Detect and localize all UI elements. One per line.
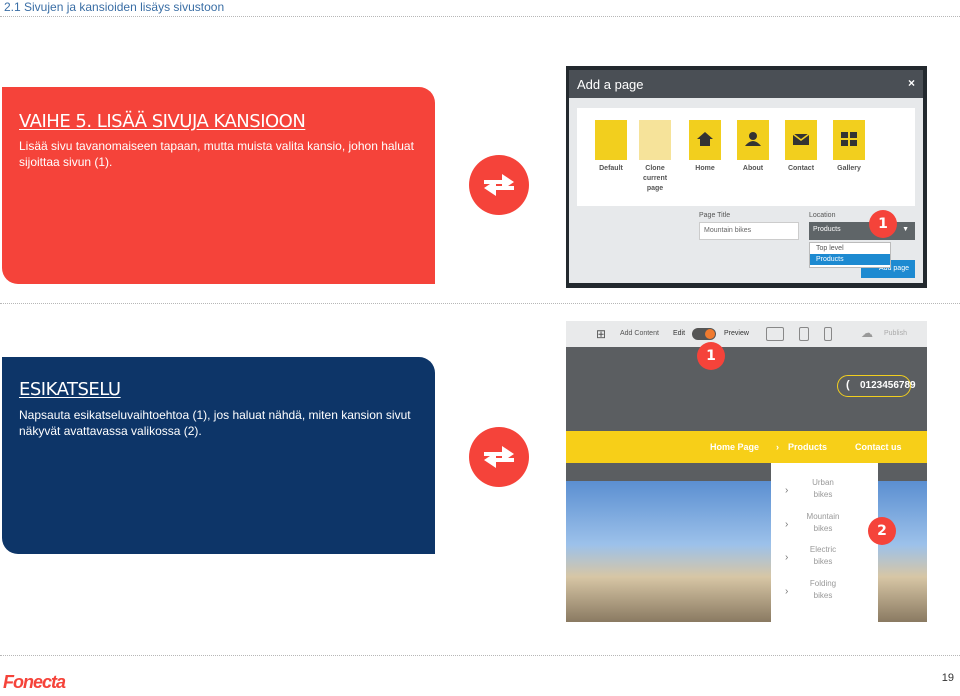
cloud-icon: ☁ bbox=[861, 326, 873, 340]
dropdown-option-products[interactable]: Products bbox=[810, 254, 890, 265]
chevron-right-icon: › bbox=[785, 552, 789, 563]
preview-screenshot: ⊞ Add Content Edit Preview ☁ Publish 1 (… bbox=[566, 321, 927, 622]
chevron-right-icon: › bbox=[785, 485, 789, 496]
person-icon bbox=[737, 120, 769, 160]
nav-contact-us[interactable]: Contact us bbox=[855, 442, 902, 452]
products-submenu: › Urban bikes › Mountain bikes › Electri… bbox=[771, 463, 878, 622]
mobile-icon[interactable] bbox=[824, 327, 832, 341]
header-divider bbox=[0, 16, 960, 17]
template-home[interactable]: Home bbox=[685, 120, 725, 174]
template-about[interactable]: About bbox=[733, 120, 773, 174]
phone-number: ( 0123456789 bbox=[837, 375, 916, 397]
preview-label: Preview bbox=[724, 330, 749, 337]
chevron-right-icon: › bbox=[785, 586, 789, 597]
page-title-label: Page Title bbox=[699, 212, 731, 219]
publish-button[interactable]: Publish bbox=[884, 330, 907, 337]
document-icon bbox=[595, 120, 627, 160]
location-dropdown: Top level Products bbox=[809, 242, 891, 268]
template-list: Default Clone current page Home About Co… bbox=[577, 108, 915, 206]
location-select[interactable]: Products ▼ bbox=[809, 222, 915, 240]
dropdown-option-top-level[interactable]: Top level bbox=[810, 243, 890, 254]
chevron-right-icon: › bbox=[785, 519, 789, 530]
preview-text: Napsauta esikatseluvaihtoehtoa (1), jos … bbox=[19, 408, 411, 438]
edit-label: Edit bbox=[673, 330, 686, 337]
page-title-input[interactable]: Mountain bikes bbox=[699, 222, 799, 240]
page-number: 19 bbox=[941, 672, 954, 684]
step5-heading: VAIHE 5. LISÄÄ SIVUJA KANSIOON bbox=[19, 111, 306, 132]
callout-badge-2: 2 bbox=[868, 517, 896, 545]
home-icon bbox=[689, 120, 721, 160]
footer-divider bbox=[0, 655, 960, 656]
editor-toolbar: ⊞ Add Content Edit Preview ☁ Publish bbox=[566, 321, 927, 347]
callout-badge-1: 1 bbox=[697, 342, 725, 370]
dialog-title: Add a page bbox=[577, 77, 644, 92]
preview-panel: ESIKATSELU Napsauta esikatseluvaihtoehto… bbox=[2, 357, 435, 554]
nav-chevron-icon: › bbox=[776, 442, 779, 452]
swap-arrows-icon bbox=[469, 155, 529, 215]
nav-home-page[interactable]: Home Page bbox=[710, 442, 759, 452]
template-contact[interactable]: Contact bbox=[781, 120, 821, 174]
callout-badge-1: 1 bbox=[869, 210, 897, 238]
section-divider bbox=[0, 303, 960, 304]
add-page-dialog: Add a page × Default Clone current page … bbox=[569, 70, 923, 283]
add-content-icon: ⊞ bbox=[596, 327, 607, 341]
location-label: Location bbox=[809, 212, 836, 219]
add-page-screenshot: Add a page × Default Clone current page … bbox=[566, 66, 927, 288]
mail-icon bbox=[785, 120, 817, 160]
preview-heading: ESIKATSELU bbox=[19, 379, 121, 400]
close-icon[interactable]: × bbox=[908, 76, 915, 90]
nav-products[interactable]: Products bbox=[788, 442, 827, 452]
swap-arrows-icon bbox=[469, 427, 529, 487]
step5-panel: VAIHE 5. LISÄÄ SIVUJA KANSIOON Lisää siv… bbox=[2, 87, 435, 284]
tablet-icon[interactable] bbox=[799, 327, 809, 341]
desktop-icon[interactable] bbox=[766, 327, 784, 341]
preview-toggle[interactable] bbox=[692, 328, 716, 340]
add-content-button[interactable]: Add Content bbox=[620, 330, 659, 337]
dialog-header: Add a page × bbox=[569, 70, 923, 98]
fonecta-logo: Fonecta bbox=[3, 672, 66, 692]
clone-icon bbox=[639, 120, 671, 160]
template-clone[interactable]: Clone current page bbox=[635, 120, 675, 194]
site-navbar: Home Page › Products Contact us bbox=[566, 431, 927, 463]
gallery-icon bbox=[833, 120, 865, 160]
phone-icon: ( bbox=[846, 379, 850, 391]
template-gallery[interactable]: Gallery bbox=[829, 120, 869, 174]
template-default[interactable]: Default bbox=[591, 120, 631, 174]
step5-text: Lisää sivu tavanomaiseen tapaan, mutta m… bbox=[19, 139, 414, 169]
chevron-down-icon: ▼ bbox=[902, 226, 909, 233]
page-header-title: 2.1 Sivujen ja kansioiden lisäys sivusto… bbox=[4, 0, 225, 14]
